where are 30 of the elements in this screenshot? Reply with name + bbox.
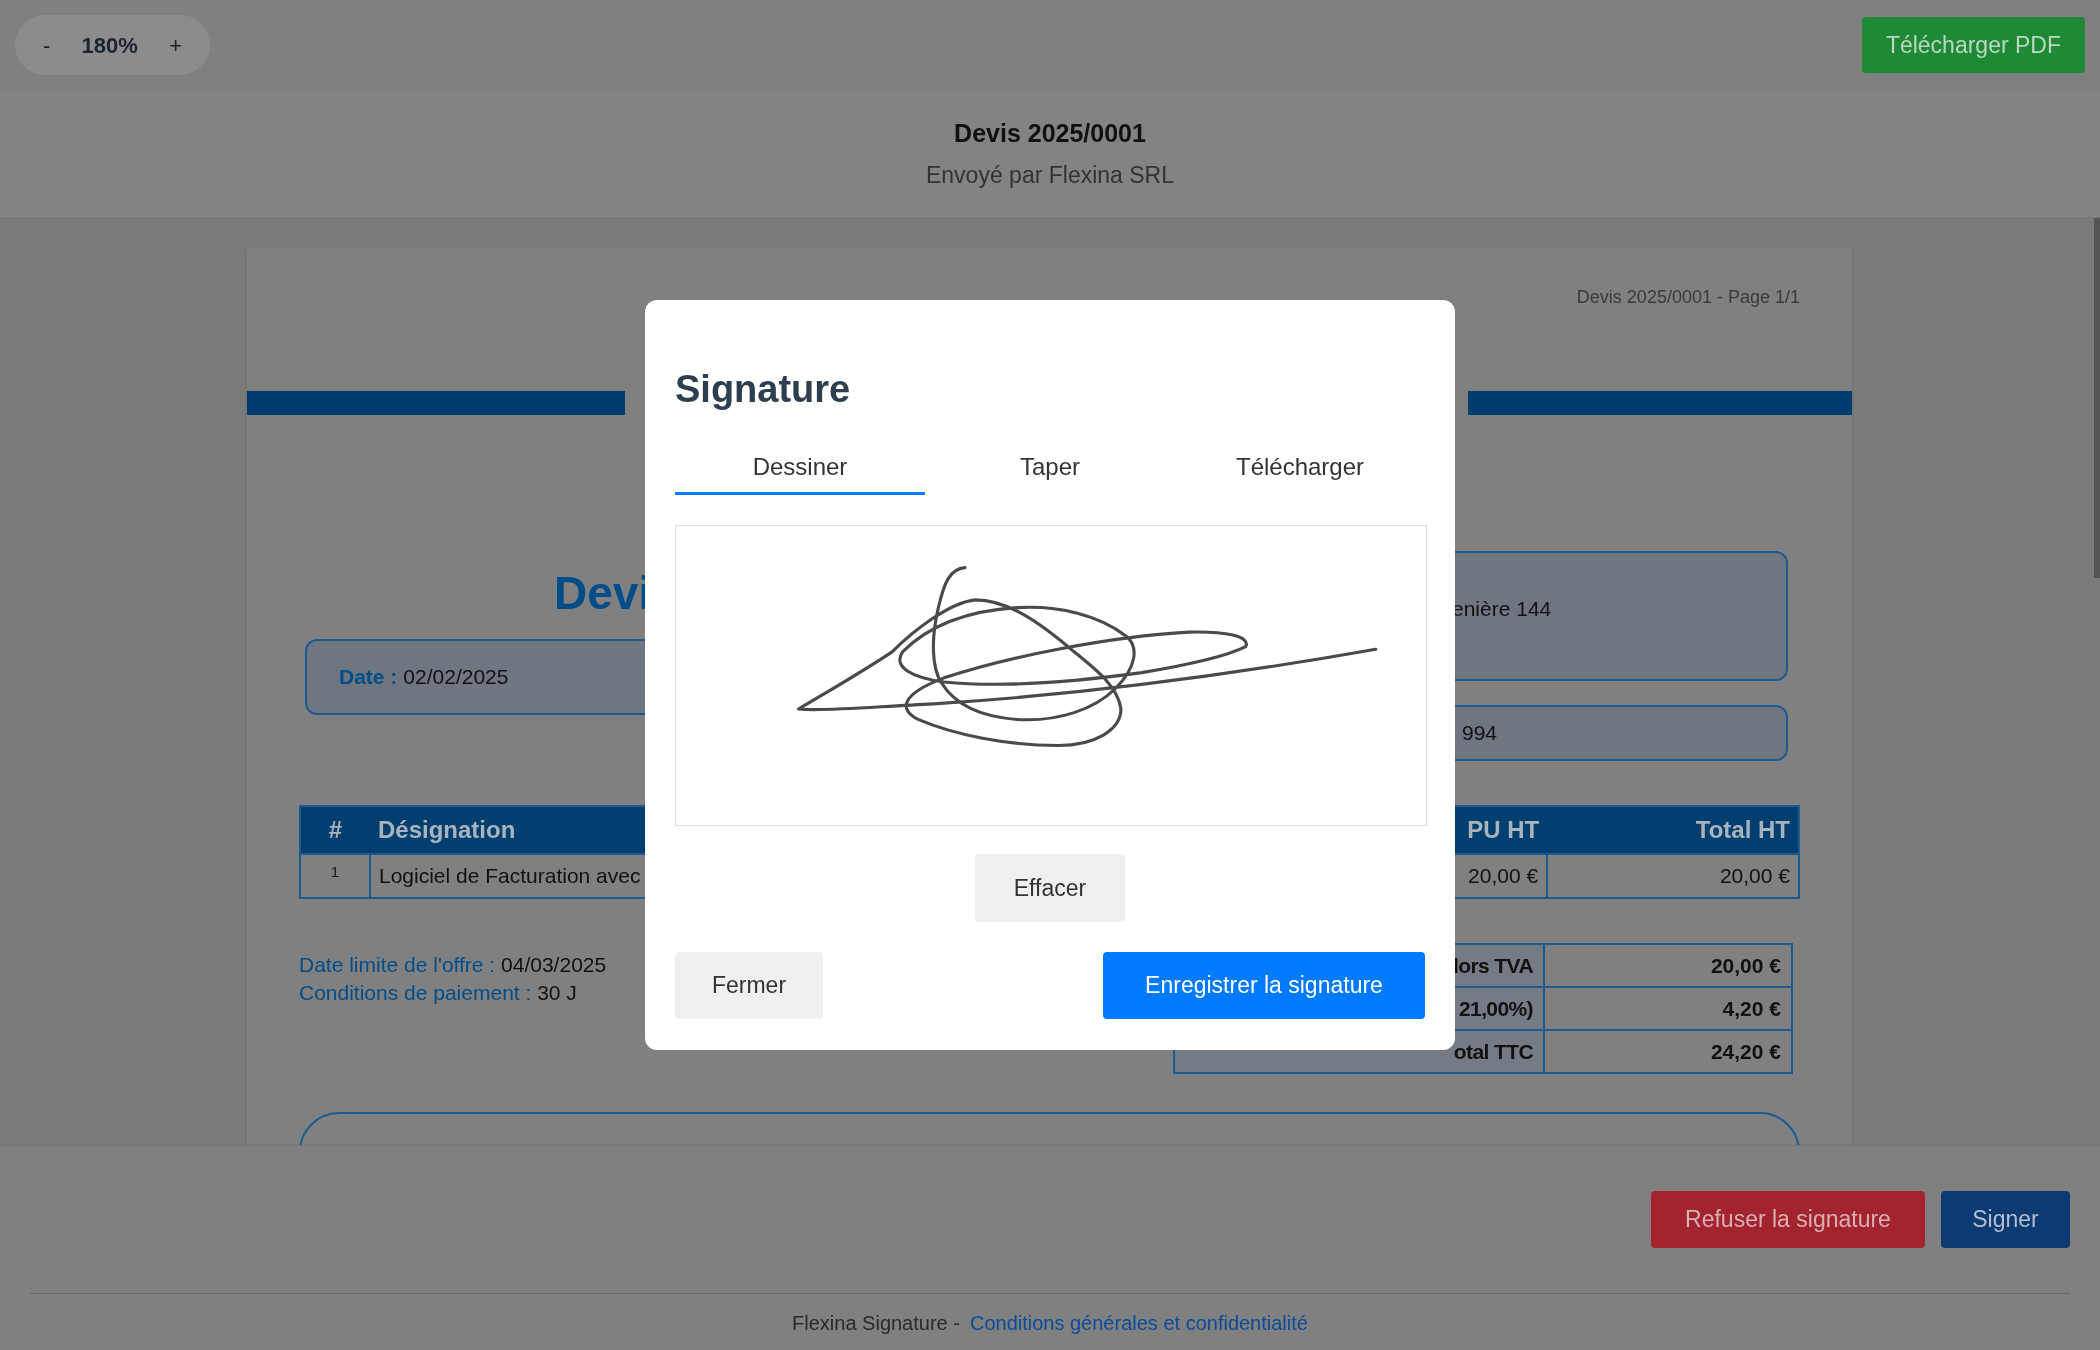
total-value: 20,00 €: [1544, 944, 1792, 987]
term-line: Date limite de l'offre : 04/03/2025: [299, 952, 607, 978]
date-label: Date :: [339, 664, 398, 691]
zoom-out-button[interactable]: -: [35, 28, 59, 62]
tab[interactable]: Taper: [925, 442, 1175, 495]
dialog-title: Signature: [675, 367, 852, 412]
save-signature-button[interactable]: Enregistrer la signature: [1103, 952, 1425, 1019]
scrollbar-thumb[interactable]: [2094, 218, 2100, 578]
tab[interactable]: Dessiner: [675, 442, 925, 495]
tab[interactable]: Télécharger: [1175, 442, 1425, 495]
refuse-signature-button[interactable]: Refuser la signature: [1651, 1191, 1925, 1248]
document-title: Devis 2025/0001: [954, 117, 1146, 149]
number-text: 994: [1462, 720, 1498, 747]
total-value: 24,20 €: [1544, 1030, 1792, 1073]
table-cell: 20,00 €: [1547, 854, 1799, 898]
table-cell: 1: [300, 854, 370, 898]
zoom-in-button[interactable]: +: [161, 28, 190, 62]
signature-canvas[interactable]: [675, 525, 1427, 826]
sign-button[interactable]: Signer: [1941, 1191, 2070, 1248]
column-header: #: [300, 806, 370, 854]
zoom-level: 180%: [81, 31, 138, 60]
date-value: 02/02/2025: [403, 664, 509, 691]
document-subtitle: Envoyé par Flexina SRL: [926, 161, 1174, 190]
column-header: Total HT: [1547, 806, 1799, 854]
clear-button[interactable]: Effacer: [975, 854, 1125, 922]
total-value: 4,20 €: [1544, 987, 1792, 1030]
term-line: Conditions de paiement : 30 J: [299, 980, 578, 1006]
footer-brand: Flexina Signature -: [792, 1311, 960, 1336]
page-label: Devis 2025/0001 - Page 1/1: [1576, 286, 1800, 309]
close-button[interactable]: Fermer: [675, 952, 823, 1019]
